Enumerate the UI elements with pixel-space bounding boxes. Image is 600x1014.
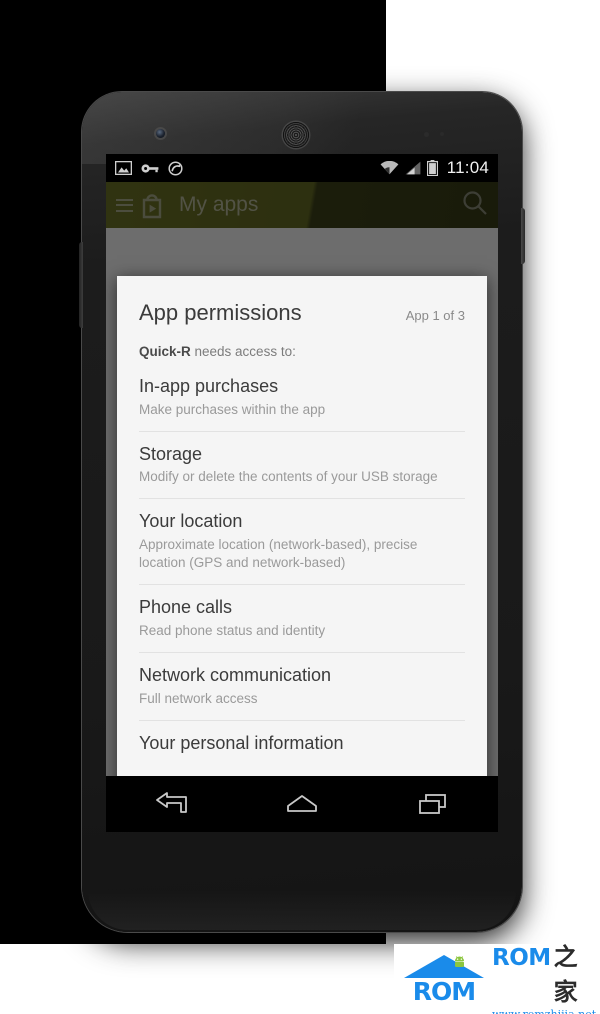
permission-item[interactable]: In-app purchases Make purchases within t… [139, 371, 465, 431]
permission-item[interactable]: Network communication Full network acces… [139, 652, 465, 720]
dialog-app-name: Quick-R [139, 344, 191, 359]
watermark-text: ROM 之家 www.romzhijia.net [492, 937, 600, 1014]
volume-button[interactable] [79, 242, 83, 328]
app-counter: App 1 of 3 [405, 308, 465, 323]
page-root: 11:04 My apps [0, 0, 600, 1014]
status-bar-clock: 11:04 [446, 158, 489, 177]
device-bottom-gloss [88, 890, 516, 930]
dialog-title: App permissions [139, 300, 302, 325]
permission-item[interactable]: Your personal information [139, 719, 465, 767]
permission-title: Network communication [139, 665, 332, 686]
permission-description: Full network access [139, 690, 258, 706]
screenshot-icon [115, 161, 132, 175]
phone-device: 11:04 My apps [79, 92, 525, 932]
sync-icon [168, 160, 183, 176]
dialog-header: App permissions App 1 of 3 [117, 276, 487, 336]
rom-logo-icon: ROM [402, 953, 486, 1006]
dialog-subtitle-rest: needs access to: [190, 344, 296, 359]
watermark-brand-latin: ROM [492, 945, 551, 971]
permission-description: Modify or delete the contents of your US… [139, 469, 438, 485]
app-permissions-dialog: App permissions App 1 of 3 Quick-R needs… [117, 276, 487, 832]
dialog-subtitle: Quick-R needs access to: [117, 336, 487, 371]
battery-icon [426, 160, 438, 176]
permission-description: Read phone status and identity [139, 622, 326, 638]
status-bar-right-icons: 11:04 [380, 158, 489, 178]
permission-item[interactable]: Storage Modify or delete the contents of… [139, 430, 465, 499]
navigation-bar [106, 776, 498, 832]
vpn-key-icon [141, 163, 159, 173]
home-icon[interactable] [267, 784, 337, 824]
wifi-icon [380, 161, 399, 175]
permission-item[interactable]: Your location Approximate location (netw… [139, 498, 465, 584]
permission-description: Approximate location (network-based), pr… [139, 536, 418, 571]
permission-description: Make purchases within the app [139, 401, 326, 417]
front-camera-icon [156, 129, 165, 138]
power-button[interactable] [521, 208, 525, 264]
status-bar-left-icons [115, 160, 183, 176]
watermark-brand-cn: 之家 [553, 943, 578, 1006]
light-sensor-icon [440, 132, 444, 136]
earpiece-speaker-icon [283, 122, 309, 148]
permission-title: Phone calls [139, 597, 233, 618]
phone-screen: 11:04 My apps [106, 154, 498, 832]
android-robot-icon [452, 955, 467, 969]
cellular-signal-icon [405, 161, 421, 175]
watermark-url: www.romzhijia.net [492, 1008, 600, 1014]
watermark: ROM ROM 之家 www.romzhijia.net [394, 943, 600, 1014]
permission-title: In-app purchases [139, 376, 279, 396]
permission-list: In-app purchases Make purchases within t… [117, 371, 487, 766]
back-icon[interactable] [136, 784, 206, 824]
roof-shape-icon [404, 955, 484, 978]
permission-item[interactable]: Phone calls Read phone status and identi… [139, 584, 465, 652]
recent-apps-icon[interactable] [398, 784, 468, 824]
permission-title: Your personal information [139, 732, 344, 753]
permission-title: Your location [139, 511, 243, 532]
status-bar: 11:04 [106, 154, 498, 182]
proximity-sensor-icon [424, 132, 429, 137]
watermark-brand: ROM 之家 [492, 937, 600, 1007]
rom-logo-text: ROM [412, 977, 476, 1006]
permission-title: Storage [139, 443, 203, 464]
